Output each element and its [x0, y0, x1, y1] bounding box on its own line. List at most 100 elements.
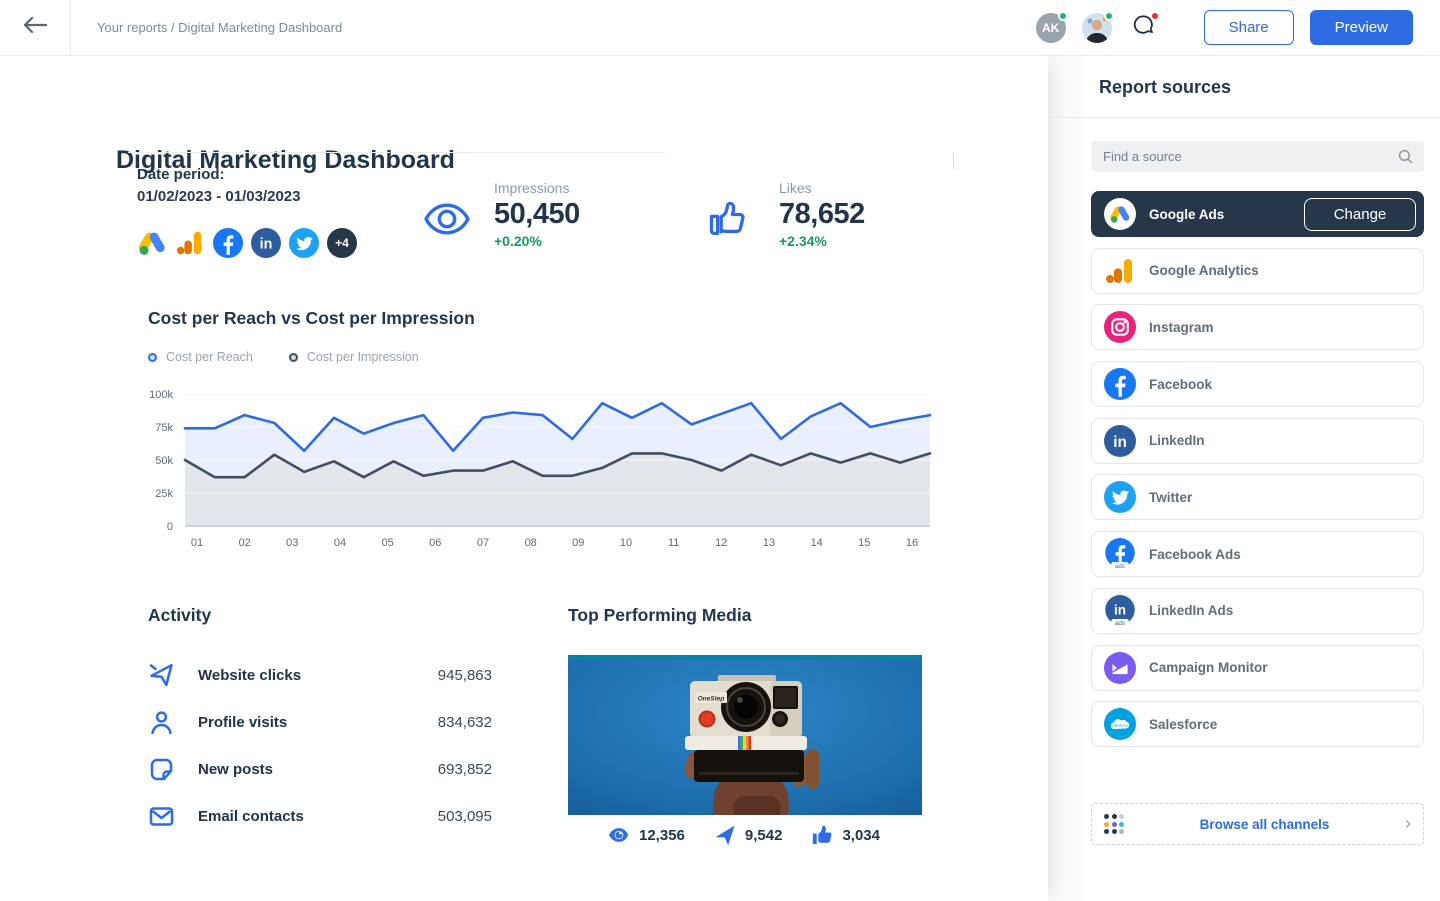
svg-text:04: 04: [334, 537, 346, 549]
browse-all-channels-button[interactable]: Browse all channels ›: [1091, 803, 1424, 845]
media-stat-value: 3,034: [842, 827, 880, 844]
media-stat: 9,542: [714, 824, 783, 846]
svg-text:14: 14: [811, 537, 823, 549]
linkedin-icon[interactable]: in: [251, 228, 281, 258]
legend-item[interactable]: Cost per Reach: [148, 350, 253, 364]
source-search[interactable]: [1091, 141, 1424, 172]
facebook-icon[interactable]: [213, 228, 243, 258]
legend-item[interactable]: Cost per Impression: [289, 350, 419, 364]
person-icon: [148, 709, 175, 736]
kpi-delta: +2.34%: [779, 233, 865, 249]
eye-filled-icon: [608, 824, 630, 846]
google-analytics-icon: [1104, 255, 1136, 287]
svg-text:25k: 25k: [155, 488, 173, 500]
source-card-facebook[interactable]: Facebook: [1091, 361, 1424, 407]
svg-text:50k: 50k: [155, 455, 173, 467]
likes-widget[interactable]: Likes 78,652 +2.34%: [779, 180, 865, 249]
activity-row[interactable]: Profile visits 834,632: [148, 707, 492, 737]
legend-marker-icon: [289, 353, 298, 362]
svg-text:09: 09: [572, 537, 584, 549]
source-card-facebook-ads[interactable]: ads Facebook Ads: [1091, 531, 1424, 577]
chart-legend: Cost per Reach Cost per Impression: [148, 350, 419, 364]
change-source-button[interactable]: Change: [1304, 198, 1416, 231]
svg-text:100k: 100k: [149, 389, 173, 401]
activity-row[interactable]: Website clicks 945,863: [148, 660, 492, 690]
preview-button[interactable]: Preview: [1310, 10, 1413, 45]
svg-text:13: 13: [763, 537, 775, 549]
date-period-value[interactable]: 01/02/2023 - 01/03/2023: [137, 188, 300, 205]
activity-value: 503,095: [438, 808, 492, 825]
source-card-instagram[interactable]: Instagram: [1091, 304, 1424, 350]
media-title: Top Performing Media: [568, 605, 751, 626]
svg-text:06: 06: [429, 537, 441, 549]
activity-row[interactable]: Email contacts 503,095: [148, 801, 492, 831]
activity-value: 834,632: [438, 714, 492, 731]
browse-all-channels-label: Browse all channels: [1124, 817, 1405, 832]
kpi-value: 78,652: [779, 198, 865, 231]
impressions-widget[interactable]: Impressions 50,450 +0.20%: [494, 180, 580, 249]
kpi-label: Impressions: [494, 180, 580, 196]
impressions-eye-icon: [424, 202, 470, 236]
source-card-campaign-monitor[interactable]: Campaign Monitor: [1091, 645, 1424, 691]
source-card-linkedin-ads[interactable]: in ads LinkedIn Ads: [1091, 588, 1424, 634]
chevron-right-icon: ›: [1405, 814, 1411, 832]
search-icon: [1397, 148, 1414, 165]
source-label: LinkedIn Ads: [1149, 603, 1233, 618]
google-ads-icon[interactable]: [137, 228, 167, 258]
source-card-google-ads[interactable]: Google AdsChange: [1091, 191, 1424, 237]
channels-grid-icon: [1104, 814, 1124, 834]
svg-text:in: in: [1113, 434, 1127, 451]
source-card-twitter[interactable]: Twitter: [1091, 474, 1424, 520]
media-stat-value: 12,356: [639, 827, 685, 844]
source-search-input[interactable]: [1103, 149, 1397, 164]
polaroid-camera-photo: OneStep: [568, 655, 922, 815]
avatar-photo[interactable]: [1082, 13, 1112, 43]
legend-label: Cost per Impression: [307, 350, 419, 364]
source-card-linkedin[interactable]: in LinkedIn: [1091, 418, 1424, 464]
cost-line-chart[interactable]: 025k50k75k100k01020304050607080910111213…: [125, 384, 940, 562]
media-stat: 3,034: [811, 824, 880, 846]
twitter-icon[interactable]: [289, 228, 319, 258]
cursor-icon: [148, 662, 175, 689]
avatar-initials[interactable]: AK: [1036, 13, 1066, 43]
widget-divider: [400, 152, 665, 153]
svg-text:11: 11: [668, 537, 679, 549]
source-label: Google Analytics: [1149, 263, 1259, 278]
source-card-salesforce[interactable]: salesforce Salesforce: [1091, 701, 1424, 747]
likes-thumb-icon: [706, 196, 750, 240]
svg-text:OneStep: OneStep: [698, 696, 725, 703]
instagram-icon: [1104, 311, 1136, 343]
svg-text:01: 01: [191, 537, 203, 549]
svg-text:ads: ads: [1115, 620, 1125, 627]
avatar-initials-text: AK: [1042, 21, 1059, 35]
notification-dot: [1150, 11, 1160, 21]
source-label: Twitter: [1149, 490, 1192, 505]
widget-divider: [128, 152, 390, 153]
google-analytics-icon[interactable]: [175, 228, 205, 258]
svg-text:15: 15: [858, 537, 870, 549]
thumb-filled-icon: [811, 824, 833, 846]
chat-button[interactable]: [1128, 13, 1158, 43]
svg-text:03: 03: [286, 537, 298, 549]
linkedin-ads-icon: in ads: [1104, 595, 1136, 627]
sources-list: Google AdsChange Google Analytics Instag…: [1091, 191, 1424, 747]
svg-text:02: 02: [239, 537, 251, 549]
svg-text:10: 10: [620, 537, 632, 549]
legend-marker-icon: [148, 353, 157, 362]
kpi-delta: +0.20%: [494, 233, 580, 249]
widget-handle: [953, 153, 954, 169]
salesforce-icon: salesforce: [1104, 708, 1136, 740]
source-card-google-analytics[interactable]: Google Analytics: [1091, 248, 1424, 294]
kpi-value: 50,450: [494, 198, 580, 231]
kpi-label: Likes: [779, 180, 865, 196]
svg-text:in: in: [1114, 603, 1126, 618]
source-label: Instagram: [1149, 320, 1214, 335]
activity-list: Website clicks 945,863 Profile visits 83…: [148, 660, 492, 831]
back-button[interactable]: [0, 0, 71, 55]
breadcrumb[interactable]: Your reports / Digital Marketing Dashboa…: [97, 0, 342, 55]
share-button[interactable]: Share: [1204, 10, 1294, 45]
top-media-image[interactable]: OneStep: [568, 655, 922, 815]
more-sources-badge[interactable]: +4: [327, 228, 357, 258]
svg-text:salesforce: salesforce: [1112, 724, 1128, 728]
activity-row[interactable]: New posts 693,852: [148, 754, 492, 784]
